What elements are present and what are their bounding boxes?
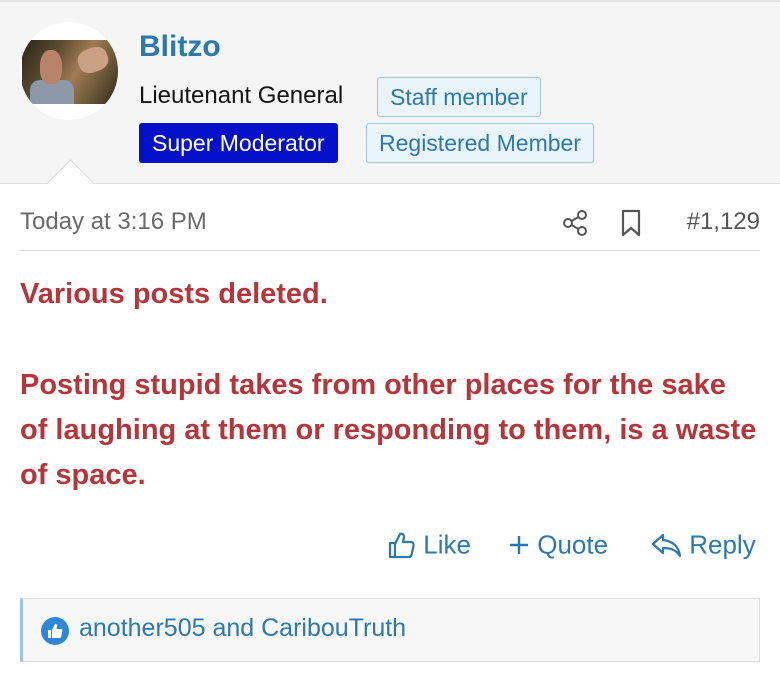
post-body: Various posts deleted. Posting stupid ta…: [20, 272, 760, 498]
post-meta-bar: Today at 3:16 PM #1,129: [20, 200, 760, 251]
post-timestamp[interactable]: Today at 3:16 PM: [20, 208, 207, 236]
registered-member-badge: Registered Member: [366, 123, 594, 163]
quote-label: Quote: [537, 529, 609, 560]
reactions-list-link[interactable]: another505 and CaribouTruth: [79, 614, 406, 643]
like-reaction-icon: [41, 617, 69, 645]
avatar[interactable]: [20, 22, 118, 120]
post-number-link[interactable]: #1,129: [687, 208, 760, 236]
post-paragraph: Posting stupid takes from other places f…: [20, 369, 757, 491]
avatar-image: [22, 40, 118, 104]
quote-button[interactable]: Quote: [508, 528, 608, 568]
plus-icon: [510, 536, 528, 555]
like-button[interactable]: Like: [386, 528, 471, 568]
like-label: Like: [423, 529, 471, 560]
user-title: Lieutenant General: [139, 82, 344, 109]
reply-arrow-icon: [651, 534, 682, 558]
post-actions: Like Quote Reply: [0, 528, 780, 568]
reply-label: Reply: [689, 529, 756, 560]
post-paragraph: Various posts deleted.: [20, 278, 328, 310]
staff-member-badge: Staff member: [377, 77, 541, 117]
reactions-bar: another505 and CaribouTruth: [20, 598, 760, 662]
bookmark-icon[interactable]: [618, 208, 644, 238]
post-author-header: Blitzo Lieutenant General Staff member S…: [0, 0, 780, 184]
super-moderator-badge: Super Moderator: [139, 123, 338, 163]
reply-button[interactable]: Reply: [650, 528, 756, 568]
thumbs-up-icon: [388, 532, 415, 559]
share-icon[interactable]: [560, 208, 590, 238]
username-link[interactable]: Blitzo: [139, 30, 221, 64]
